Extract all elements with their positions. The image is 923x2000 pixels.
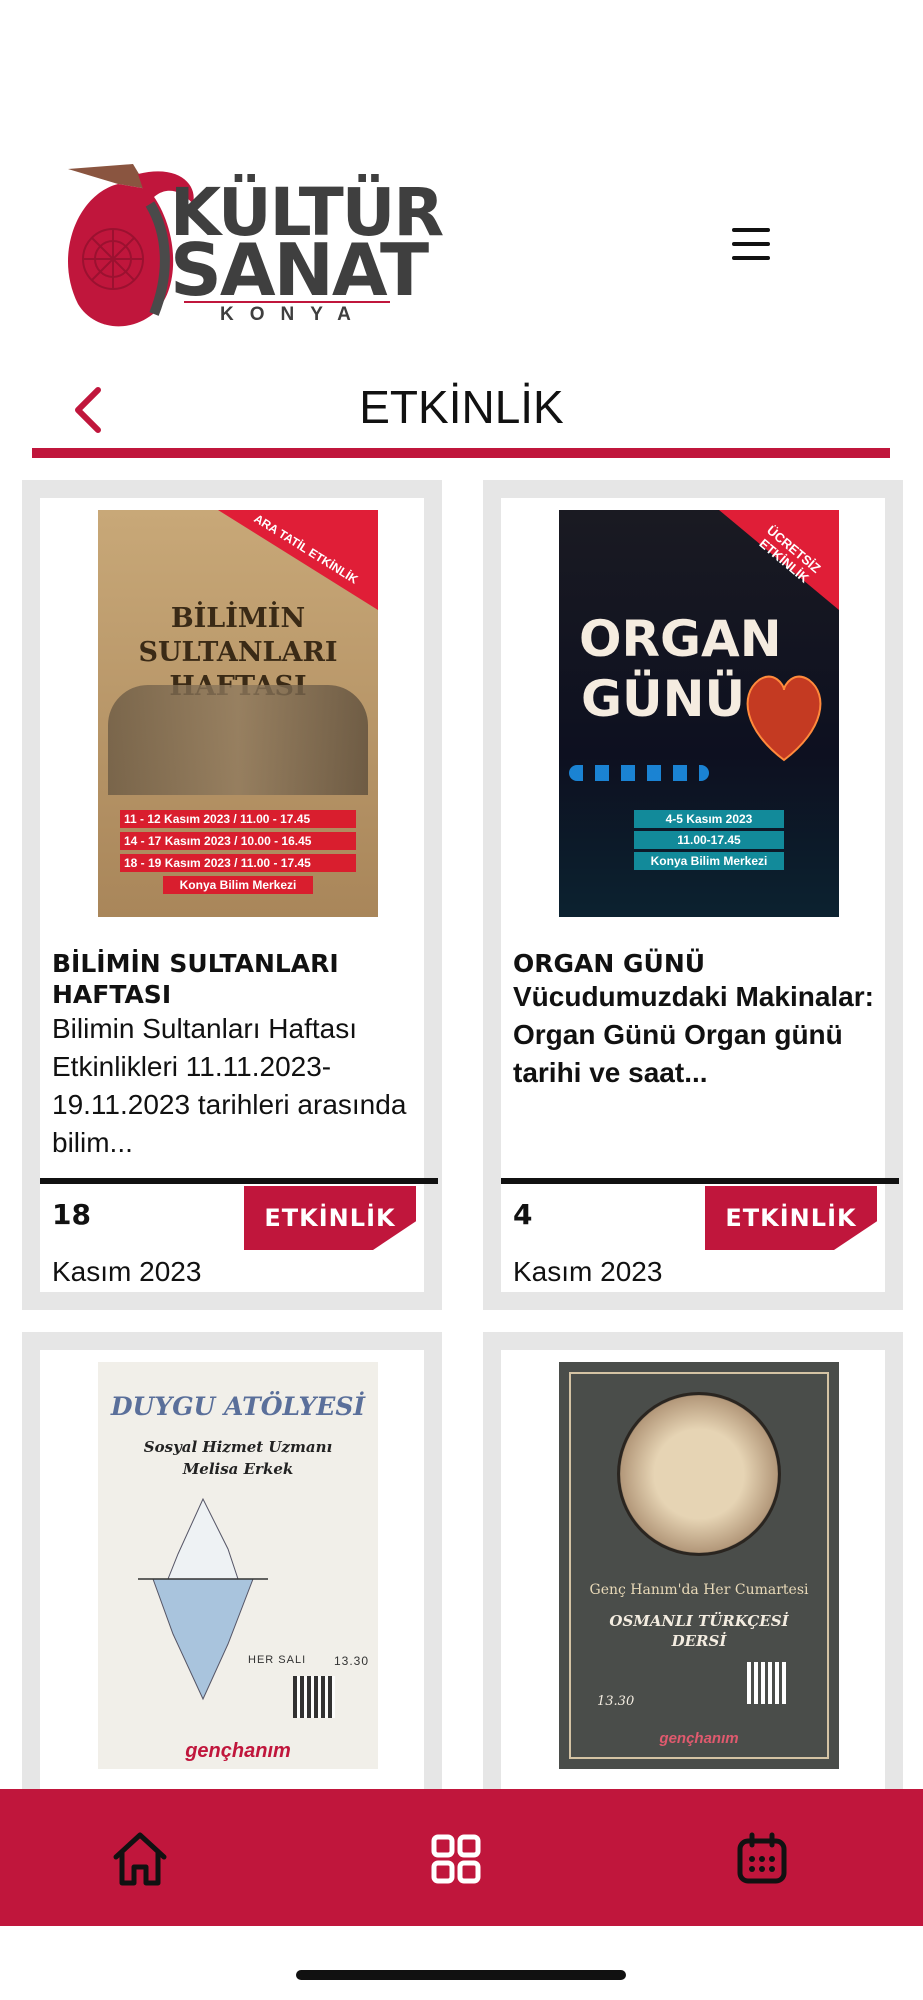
poster-headline: DUYGU ATÖLYESİ [110, 1392, 366, 1421]
poster-brand: gençhanım [659, 1730, 739, 1747]
poster-line: OSMANLI TÜRKÇESİ [609, 1612, 789, 1630]
poster-headline: GÜNÜ [581, 670, 746, 728]
event-month: Kasım 2023 [52, 1256, 202, 1287]
menu-button[interactable] [726, 224, 778, 264]
page-title: ETKİNLİK [359, 381, 564, 433]
home-icon [113, 1832, 167, 1886]
qr-code-icon [293, 1676, 335, 1718]
poster-day: HER SALI [248, 1654, 307, 1666]
event-category-tag[interactable]: ETKİNLİK [705, 1186, 877, 1250]
event-card[interactable]: ARA TATİL ETKİNLİK BİLİMİN SULTANLARI HA… [22, 480, 442, 1310]
poster-date-line: 11 - 12 Kasım 2023 / 11.00 - 17.45 [120, 810, 356, 828]
iceberg-illustration [138, 1497, 268, 1701]
heart-icon [746, 675, 822, 762]
nav-calendar-button[interactable] [722, 1819, 802, 1899]
title-divider [32, 448, 890, 458]
poster-corner-ribbon [218, 510, 378, 610]
poster-time: 13.30 [597, 1694, 635, 1709]
qr-code-icon [747, 1662, 789, 1704]
card-divider [40, 1178, 438, 1184]
poster-line: Genç Hanım'da Her Cumartesi [589, 1582, 809, 1598]
poster-venue: Konya Bilim Merkezi [163, 876, 313, 894]
event-description: Vücudumuzdaki Makinalar: Organ Günü Orga… [513, 981, 874, 1088]
calendar-icon [737, 1832, 787, 1884]
poster-illustration [108, 685, 368, 795]
event-category-tag[interactable]: ETKİNLİK [244, 1186, 416, 1250]
event-card[interactable]: ÜCRETSİZ ETKİNLİK ORGAN GÜNÜ 4-5 Kasım 2… [483, 480, 903, 1310]
poster-date: 4-5 Kasım 2023 [634, 810, 784, 828]
event-description: Bilimin Sultanları Haftası Etkinlikleri … [52, 1013, 407, 1158]
bottom-navigation [0, 1789, 923, 1926]
poster-subtitle: Melisa Erkek [182, 1460, 294, 1478]
event-day: 4 [513, 1198, 533, 1231]
event-poster-image: DUYGU ATÖLYESİ Sosyal Hizmet Uzmanı Meli… [98, 1362, 378, 1769]
hamburger-icon [732, 228, 770, 232]
event-card[interactable]: DUYGU ATÖLYESİ Sosyal Hizmet Uzmanı Meli… [22, 1332, 442, 1832]
nav-categories-button[interactable] [416, 1819, 496, 1899]
poster-date-line: 18 - 19 Kasım 2023 / 11.00 - 17.45 [120, 854, 356, 872]
calligraphy-image [617, 1392, 781, 1556]
nav-home-button[interactable] [100, 1819, 180, 1899]
event-poster-image: Genç Hanım'da Her Cumartesi OSMANLI TÜRK… [559, 1362, 839, 1769]
poster-date-line: 14 - 17 Kasım 2023 / 10.00 - 16.45 [120, 832, 356, 850]
poster-subtitle: Sosyal Hizmet Uzmanı [143, 1438, 333, 1456]
logo-underline [184, 301, 390, 303]
poster-line: DERSİ [671, 1632, 727, 1650]
event-day: 18 [52, 1198, 91, 1231]
home-indicator[interactable] [296, 1970, 626, 1980]
event-poster-image: ÜCRETSİZ ETKİNLİK ORGAN GÜNÜ 4-5 Kasım 2… [559, 510, 839, 917]
event-month: Kasım 2023 [513, 1256, 663, 1287]
card-divider [501, 1178, 899, 1184]
logo-word-sanat: SANAT [170, 228, 429, 312]
poster-time: 11.00-17.45 [634, 831, 784, 849]
event-card[interactable]: Genç Hanım'da Her Cumartesi OSMANLI TÜRK… [483, 1332, 903, 1832]
poster-venue: Konya Bilim Merkezi [634, 852, 784, 870]
kultur-sanat-logo[interactable]: KÜLTÜR SANAT KONYA [58, 164, 444, 334]
event-title: ORGAN GÜNÜ [513, 949, 706, 978]
poster-lights [569, 765, 709, 781]
poster-brand: gençhanım [185, 1740, 291, 1762]
logo-word-konya: KONYA [220, 304, 367, 325]
grid-icon [431, 1834, 481, 1884]
poster-time: 13.30 [334, 1654, 370, 1668]
event-title: BİLİMİN SULTANLARI HAFTASI [52, 949, 339, 1009]
event-poster-image: ARA TATİL ETKİNLİK BİLİMİN SULTANLARI HA… [98, 510, 378, 917]
